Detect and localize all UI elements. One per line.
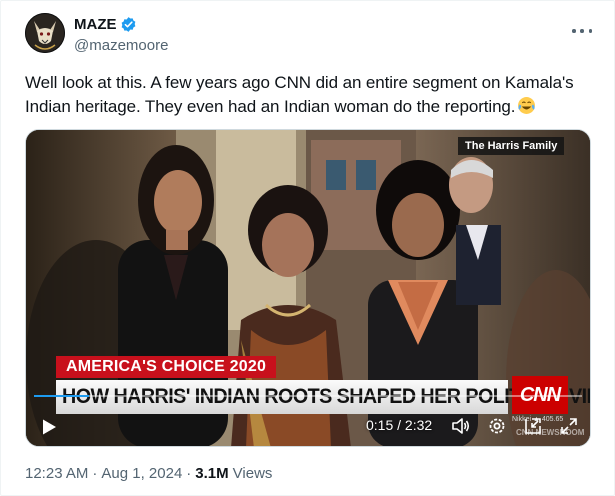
video-corner-label: The Harris Family <box>458 137 565 155</box>
fullscreen-icon[interactable] <box>559 416 579 436</box>
tweet-date[interactable]: Aug 1, 2024 <box>101 465 182 482</box>
meta-separator: · <box>92 465 98 482</box>
verified-badge-icon[interactable] <box>120 16 137 33</box>
tweet-time[interactable]: 12:23 AM <box>25 465 88 482</box>
more-dot-icon <box>572 29 576 33</box>
views-label: Views <box>232 465 273 482</box>
tweet-card: MAZE @mazemoore Well look at this. A few… <box>0 0 615 496</box>
corner-label-text: The Harris Family <box>465 140 558 152</box>
more-dot-icon <box>580 29 584 33</box>
picture-in-picture-icon[interactable] <box>523 416 543 436</box>
author-display-name[interactable]: MAZE <box>74 16 117 33</box>
tweet-metadata: 12:23 AM · Aug 1, 2024 · 3.1M Views <box>25 465 272 482</box>
chyron-main: HOW HARRIS' INDIAN ROOTS SHAPED HER POLI… <box>56 380 590 414</box>
author-handle[interactable]: @mazemoore <box>74 37 168 54</box>
settings-gear-icon[interactable] <box>487 416 507 436</box>
face-with-tears-of-joy-icon <box>518 97 536 114</box>
author-name-row[interactable]: MAZE <box>74 16 137 33</box>
volume-icon[interactable] <box>451 416 471 436</box>
video-progress-bar[interactable] <box>34 395 582 397</box>
chyron-top: AMERICA'S CHOICE 2020 <box>56 356 277 378</box>
wolf-avatar-icon <box>25 13 65 53</box>
views-count[interactable]: 3.1M <box>195 465 228 482</box>
more-options-button[interactable] <box>572 23 592 39</box>
video-time: 0:15 / 2:32 <box>366 417 433 433</box>
play-icon[interactable] <box>40 418 58 436</box>
tweet-body: Well look at this. A few years ago CNN d… <box>25 73 574 116</box>
video-progress-fill <box>34 395 89 397</box>
more-dot-icon <box>588 29 592 33</box>
video-player[interactable]: The Harris Family AMERICA'S CHOICE 2020 … <box>25 129 591 447</box>
tweet-text: Well look at this. A few years ago CNN d… <box>25 71 600 119</box>
avatar[interactable] <box>25 13 65 53</box>
meta-separator: · <box>186 465 192 482</box>
chyron-top-text: AMERICA'S CHOICE 2020 <box>66 358 267 375</box>
